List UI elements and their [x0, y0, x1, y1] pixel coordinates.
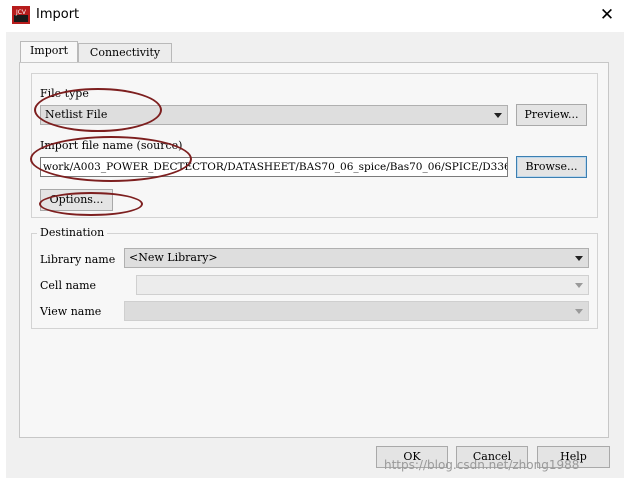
watermark-text: https://blog.csdn.net/zhong1988 [384, 458, 580, 472]
file-type-value: Netlist File [45, 108, 108, 121]
cell-name-select[interactable] [136, 275, 589, 295]
file-type-select[interactable]: Netlist File [40, 105, 508, 125]
preview-button[interactable]: Preview... [516, 104, 587, 126]
window-title: Import [36, 7, 80, 22]
chevron-down-icon [575, 256, 583, 261]
view-name-select[interactable] [124, 301, 589, 321]
browse-button[interactable]: Browse... [516, 156, 587, 178]
chevron-down-icon [575, 309, 583, 314]
options-button[interactable]: Options... [40, 189, 113, 211]
title-bar: JCV Import ✕ [0, 0, 631, 32]
import-file-name-label: Import file name (source) [40, 139, 183, 152]
view-name-label: View name [40, 305, 102, 318]
library-name-value: <New Library> [129, 251, 218, 264]
library-name-label: Library name [40, 253, 116, 266]
app-logo-icon: JCV [12, 6, 30, 24]
tab-import[interactable]: Import [20, 41, 78, 63]
import-path-input[interactable]: work/A003_POWER_DECTECTOR/DATASHEET/BAS7… [40, 157, 508, 177]
library-name-select[interactable]: <New Library> [124, 248, 589, 268]
destination-legend: Destination [37, 226, 108, 239]
chevron-down-icon [494, 113, 502, 118]
chevron-down-icon [575, 283, 583, 288]
tab-connectivity[interactable]: Connectivity [78, 43, 172, 63]
close-icon[interactable]: ✕ [592, 4, 622, 28]
svg-text:JCV: JCV [15, 9, 27, 16]
file-type-label: File type [40, 87, 89, 100]
cell-name-label: Cell name [40, 279, 97, 292]
